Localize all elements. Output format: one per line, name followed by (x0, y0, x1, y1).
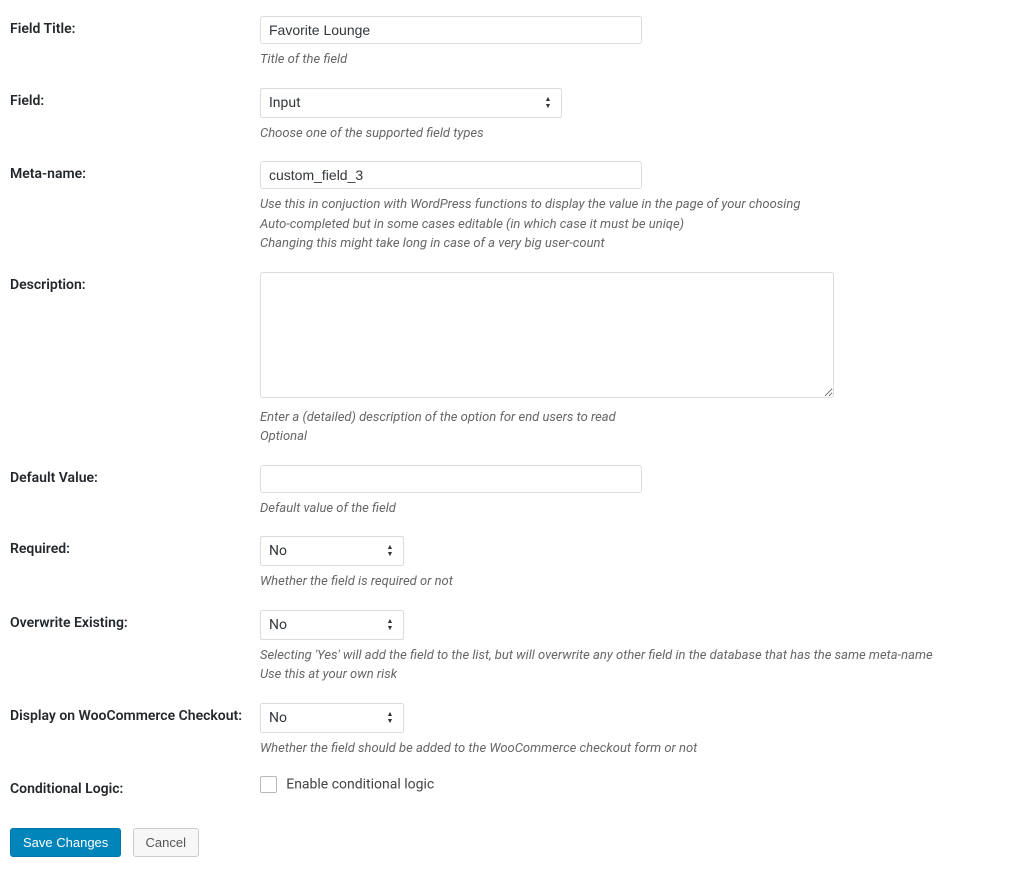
label-woo-checkout: Display on WooCommerce Checkout: (10, 695, 260, 769)
save-button[interactable]: Save Changes (10, 828, 121, 857)
field-title-input[interactable] (260, 16, 642, 44)
default-value-input[interactable] (260, 465, 642, 493)
label-conditional-logic: Conditional Logic: (10, 768, 260, 810)
woo-checkout-value: No (269, 710, 287, 726)
hint-required: Whether the field is required or not (260, 572, 1004, 592)
label-required: Required: (10, 528, 260, 602)
form-actions: Save Changes Cancel (10, 828, 1014, 857)
chevron-updown-icon (383, 711, 397, 725)
hint-field-type: Choose one of the supported field types (260, 124, 1004, 144)
hint-overwrite: Selecting 'Yes' will add the field to th… (260, 646, 1004, 685)
hint-field-title: Title of the field (260, 50, 1004, 70)
woo-checkout-select[interactable]: No (260, 703, 404, 733)
label-default-value: Default Value: (10, 457, 260, 529)
label-field-type: Field: (10, 80, 260, 154)
required-select[interactable]: No (260, 536, 404, 566)
overwrite-value: No (269, 617, 287, 633)
label-description: Description: (10, 264, 260, 457)
hint-description: Enter a (detailed) description of the op… (260, 408, 1004, 447)
conditional-logic-checkbox-label: Enable conditional logic (286, 777, 434, 793)
hint-woo: Whether the field should be added to the… (260, 739, 1004, 759)
label-overwrite: Overwrite Existing: (10, 602, 260, 695)
description-textarea[interactable] (260, 272, 834, 398)
meta-name-input[interactable] (260, 161, 642, 189)
label-field-title: Field Title: (10, 8, 260, 80)
hint-default-value: Default value of the field (260, 499, 1004, 519)
field-type-value: Input (269, 95, 301, 111)
chevron-updown-icon (383, 544, 397, 558)
required-value: No (269, 543, 287, 559)
field-type-select[interactable]: Input (260, 88, 562, 118)
overwrite-select[interactable]: No (260, 610, 404, 640)
label-meta-name: Meta-name: (10, 153, 260, 264)
chevron-updown-icon (383, 618, 397, 632)
chevron-updown-icon (541, 96, 555, 110)
cancel-button[interactable]: Cancel (133, 828, 199, 857)
conditional-logic-checkbox[interactable] (260, 776, 277, 793)
field-form: Field Title: Title of the field Field: I… (10, 8, 1014, 810)
hint-meta-name: Use this in conjuction with WordPress fu… (260, 195, 1004, 254)
